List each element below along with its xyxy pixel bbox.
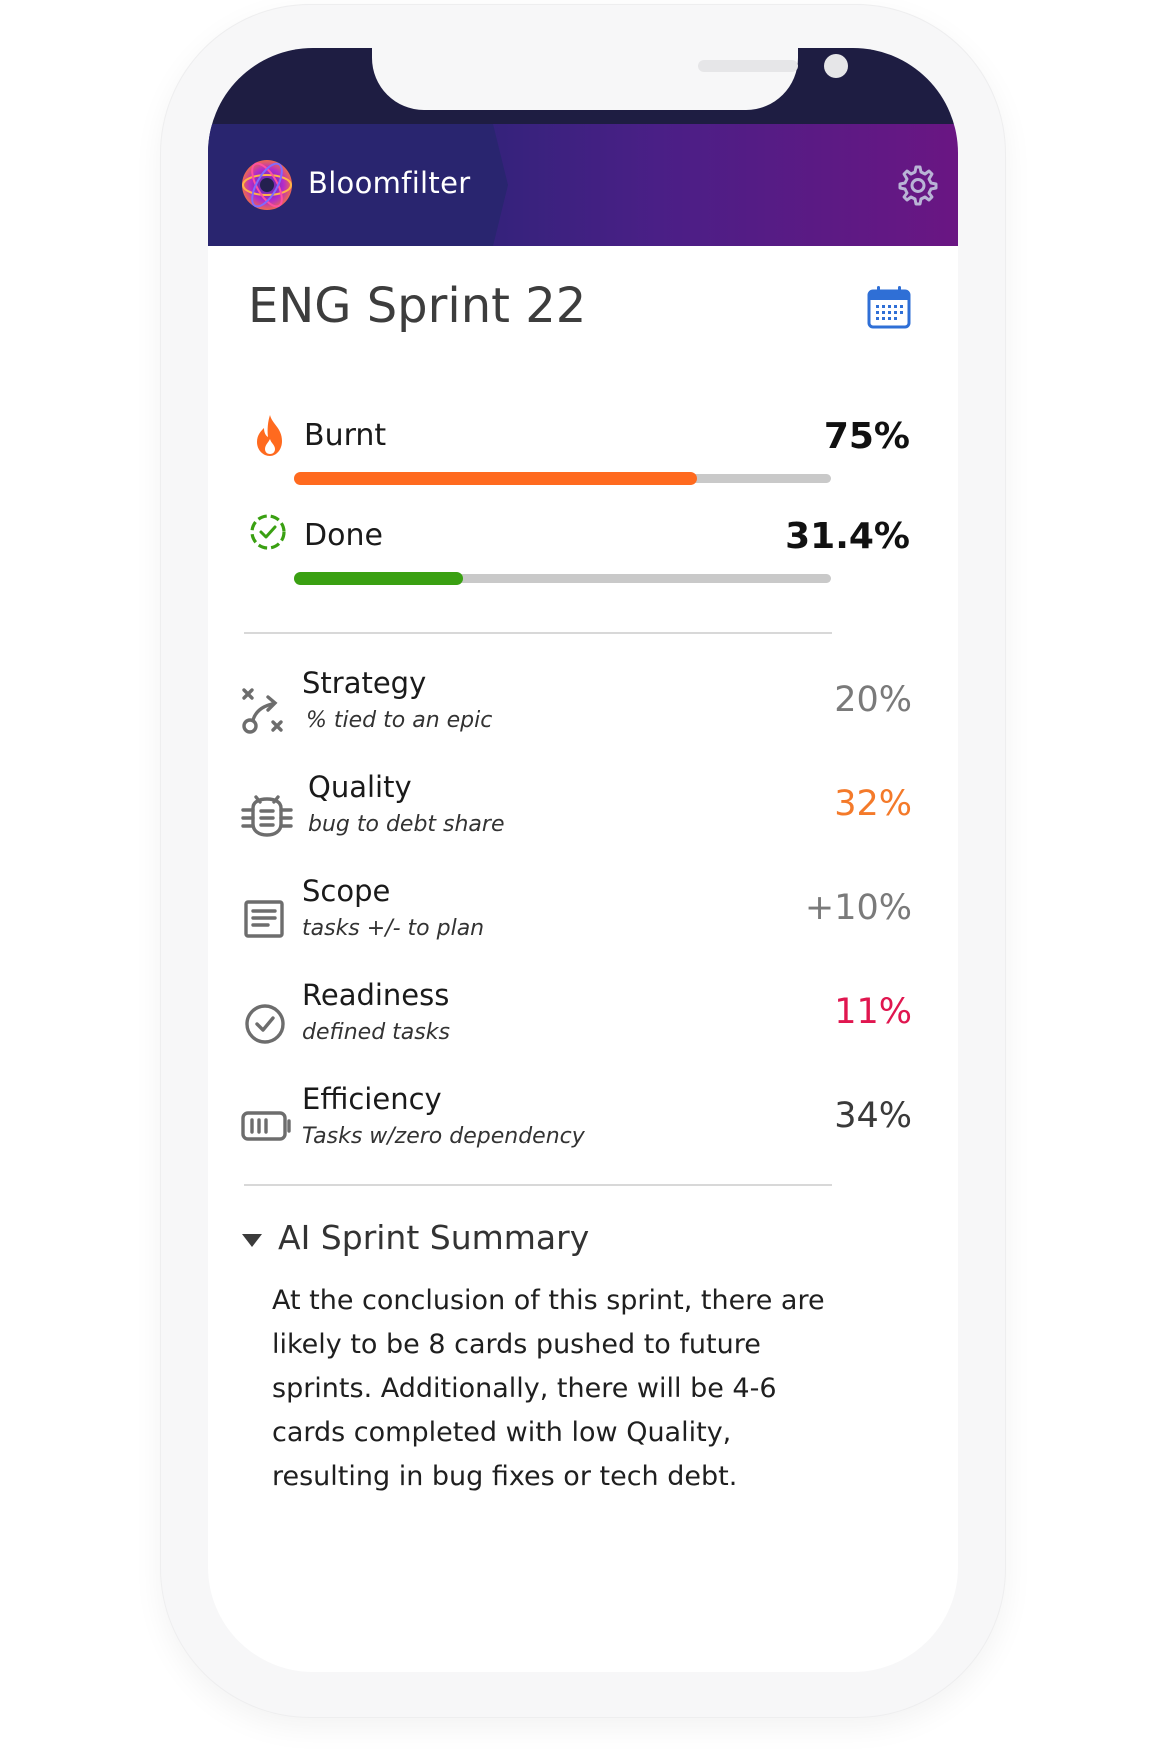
done-bar-track — [294, 572, 831, 585]
strategy-icon — [242, 688, 283, 734]
front-camera — [824, 54, 848, 78]
divider — [244, 1184, 832, 1186]
speaker-grille — [698, 60, 798, 72]
scope-value: +10% — [804, 888, 912, 928]
phone-screen: Bloomfilter ENG Sprint 22 Burnt 75% Done… — [208, 48, 958, 1672]
bloomfilter-logo-icon — [242, 160, 292, 210]
brand-name: Bloomfilter — [308, 166, 471, 200]
battery-icon — [241, 1111, 291, 1141]
quality-label: Quality — [308, 770, 412, 804]
done-value: 31.4% — [785, 516, 910, 557]
burnt-label: Burnt — [304, 418, 387, 453]
metric-scope[interactable]: Scope tasks +/- to plan +10% — [208, 874, 958, 964]
metric-strategy[interactable]: Strategy % tied to an epic 20% — [208, 666, 958, 756]
done-label: Done — [304, 518, 383, 553]
scope-label: Scope — [302, 874, 391, 908]
burnt-bar-track — [294, 472, 831, 485]
strategy-value: 20% — [834, 680, 912, 720]
stage: Bloomfilter ENG Sprint 22 Burnt 75% Done… — [0, 0, 1168, 1756]
quality-sub: bug to debt share — [308, 812, 505, 837]
strategy-sub: % tied to an epic — [306, 708, 493, 733]
app-header: Bloomfilter — [208, 124, 958, 246]
burnt-value: 75% — [823, 416, 910, 457]
readiness-value: 11% — [834, 992, 912, 1032]
flame-icon — [257, 415, 282, 456]
done-progress: Done 31.4% — [208, 512, 958, 602]
efficiency-value: 34% — [834, 1096, 912, 1136]
divider — [244, 632, 832, 634]
metric-readiness[interactable]: Readiness defined tasks 11% — [208, 978, 958, 1068]
summary-line: sprints. Additionally, there will be 4-6 — [272, 1373, 777, 1404]
document-icon — [244, 900, 284, 938]
phone-notch — [372, 48, 848, 110]
strategy-label: Strategy — [302, 666, 427, 700]
bug-icon — [241, 795, 293, 837]
metric-quality[interactable]: Quality bug to debt share 32% — [208, 770, 958, 860]
efficiency-sub: Tasks w/zero dependency — [302, 1124, 585, 1149]
caret-down-icon — [242, 1234, 262, 1247]
quality-value: 32% — [834, 784, 912, 824]
metric-efficiency[interactable]: Efficiency Tasks w/zero dependency 34% — [208, 1082, 958, 1172]
readiness-label: Readiness — [302, 978, 450, 1012]
efficiency-label: Efficiency — [302, 1082, 442, 1116]
readiness-sub: defined tasks — [302, 1020, 450, 1045]
summary-line: resulting in bug fixes or tech debt. — [272, 1461, 738, 1492]
summary-line: At the conclusion of this sprint, there … — [272, 1285, 825, 1316]
check-circle-icon — [245, 1004, 285, 1044]
ai-summary-text: At the conclusion of this sprint, there … — [272, 1279, 832, 1499]
done-bar-fill — [294, 572, 463, 585]
burnt-progress: Burnt 75% — [208, 412, 958, 502]
burnt-bar-fill — [294, 472, 697, 485]
calendar-icon[interactable] — [866, 284, 912, 330]
summary-line: likely to be 8 cards pushed to future — [272, 1329, 761, 1360]
page-title: ENG Sprint 22 — [248, 278, 587, 334]
ai-summary-title: AI Sprint Summary — [278, 1218, 590, 1257]
ai-summary-toggle[interactable]: AI Sprint Summary — [242, 1218, 802, 1268]
gear-icon[interactable] — [894, 162, 938, 206]
scope-sub: tasks +/- to plan — [302, 916, 485, 941]
dashed-check-circle-icon — [250, 514, 286, 550]
summary-line: cards completed with low Quality, — [272, 1417, 732, 1448]
